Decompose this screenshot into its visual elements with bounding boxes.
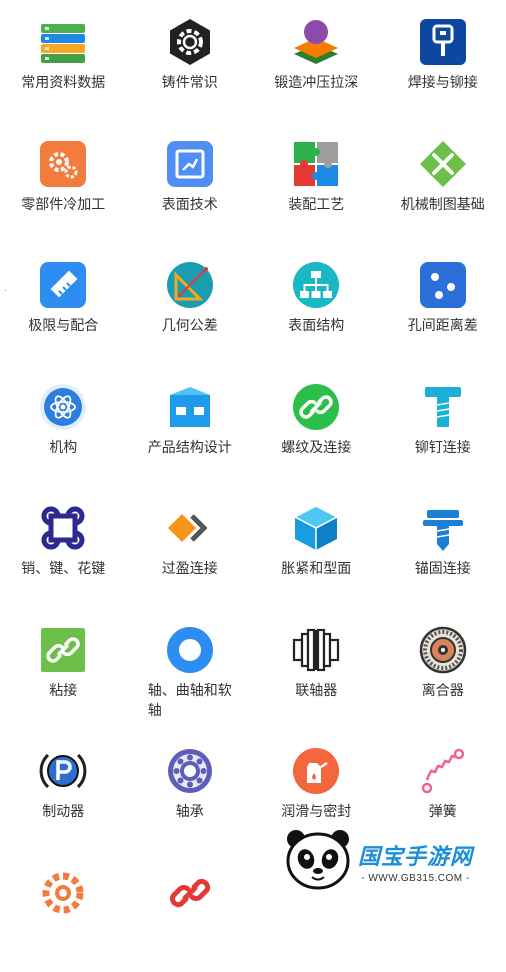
- panda-logo-icon: [282, 823, 354, 900]
- gear-outline-icon: [39, 869, 87, 917]
- category-item-clutch[interactable]: 离合器: [380, 608, 506, 730]
- gears-icon: [39, 140, 87, 188]
- bearing-icon: [166, 747, 214, 795]
- category-item-rivet[interactable]: 铆钉连接: [380, 365, 506, 487]
- category-item-bonding[interactable]: 粘接: [0, 608, 127, 730]
- atom-icon: [39, 383, 87, 431]
- link-circle-icon: [292, 383, 340, 431]
- category-item-bearing[interactable]: 轴承: [127, 729, 254, 851]
- watermark-url: - WWW.GB315.COM -: [361, 873, 470, 884]
- category-label: 机械制图基础: [393, 194, 493, 214]
- cube-icon: [292, 504, 340, 552]
- category-item-interference-fit[interactable]: 过盈连接: [127, 486, 254, 608]
- category-label: 轴、曲轴和软轴: [140, 680, 240, 720]
- category-item-casting[interactable]: 铸件常识: [127, 0, 254, 122]
- category-item-chain[interactable]: [127, 851, 254, 972]
- category-label: 螺纹及连接: [266, 437, 366, 457]
- category-label: 孔间距离差: [393, 315, 493, 335]
- product-box-icon: [166, 383, 214, 431]
- category-item-drawing-basics[interactable]: 机械制图基础: [380, 122, 506, 244]
- ruler-icon: [39, 261, 87, 309]
- category-item-expansion-profile[interactable]: 胀紧和型面: [253, 486, 380, 608]
- category-label: 制动器: [13, 801, 113, 821]
- category-item-coupling[interactable]: 联轴器: [253, 608, 380, 730]
- category-label: 铸件常识: [140, 72, 240, 92]
- category-item-assembly[interactable]: 装配工艺: [253, 122, 380, 244]
- clutch-disc-icon: [419, 626, 467, 674]
- puzzle-icon: [292, 140, 340, 188]
- parking-brake-icon: [39, 747, 87, 795]
- category-item-pin-key-spline[interactable]: 销、键、花键: [0, 486, 127, 608]
- forging-layers-icon: [292, 18, 340, 66]
- category-item-geometric-tolerance[interactable]: 几何公差: [127, 243, 254, 365]
- category-item-forging[interactable]: 锻造冲压拉深: [253, 0, 380, 122]
- category-item-thread-connection[interactable]: 螺纹及连接: [253, 365, 380, 487]
- oil-can-icon: [292, 747, 340, 795]
- category-item-gear[interactable]: [0, 851, 127, 972]
- tools-cross-icon: [419, 140, 467, 188]
- category-item-mechanism[interactable]: 机构: [0, 365, 127, 487]
- category-label: 销、键、花键: [13, 558, 113, 578]
- watermark-title: 国宝手游网: [358, 839, 473, 871]
- category-label: 表面技术: [140, 194, 240, 214]
- dice-dots-icon: [419, 261, 467, 309]
- watermark: 国宝手游网 - WWW.GB315.COM -: [282, 822, 506, 900]
- database-layers-icon: [39, 18, 87, 66]
- category-label: 表面结构: [266, 315, 366, 335]
- stray-dot: [5, 290, 6, 291]
- category-item-hole-distance[interactable]: 孔间距离差: [380, 243, 506, 365]
- category-label: 锻造冲压拉深: [266, 72, 366, 92]
- gear-hexagon-icon: [166, 18, 214, 66]
- category-label: 常用资料数据: [13, 72, 113, 92]
- category-label: 锚固连接: [393, 558, 493, 578]
- watermark-text: 国宝手游网 - WWW.GB315.COM -: [358, 839, 473, 884]
- category-label: 装配工艺: [266, 194, 366, 214]
- category-label: 铆钉连接: [393, 437, 493, 457]
- interference-fit-icon: [166, 504, 214, 552]
- coupling-icon: [292, 626, 340, 674]
- category-label: 零部件冷加工: [13, 194, 113, 214]
- category-item-common-data[interactable]: 常用资料数据: [0, 0, 127, 122]
- spring-icon: [419, 747, 467, 795]
- category-item-welding[interactable]: 焊接与铆接: [380, 0, 506, 122]
- category-item-surface-structure[interactable]: 表面结构: [253, 243, 380, 365]
- category-item-limits-fits[interactable]: 极限与配合: [0, 243, 127, 365]
- category-label: 联轴器: [266, 680, 366, 700]
- category-item-brake[interactable]: 制动器: [0, 729, 127, 851]
- chain-link-icon: [166, 869, 214, 917]
- category-label: 几何公差: [140, 315, 240, 335]
- category-label: 产品结构设计: [140, 437, 240, 457]
- hierarchy-icon: [292, 261, 340, 309]
- anchor-bolt-icon: [419, 504, 467, 552]
- category-item-surface-tech[interactable]: 表面技术: [127, 122, 254, 244]
- category-label: 粘接: [13, 680, 113, 700]
- surface-chart-icon: [166, 140, 214, 188]
- category-item-shaft[interactable]: 轴、曲轴和软轴: [127, 608, 254, 730]
- category-label: 焊接与铆接: [393, 72, 493, 92]
- ring-icon: [166, 626, 214, 674]
- link-square-icon: [39, 626, 87, 674]
- category-label: 弹簧: [393, 801, 493, 821]
- category-label: 轴承: [140, 801, 240, 821]
- category-item-cold-processing[interactable]: 零部件冷加工: [0, 122, 127, 244]
- welding-plug-icon: [419, 18, 467, 66]
- category-item-product-design[interactable]: 产品结构设计: [127, 365, 254, 487]
- category-label: 机构: [13, 437, 113, 457]
- command-key-icon: [39, 504, 87, 552]
- category-label: 润滑与密封: [266, 801, 366, 821]
- category-item-anchor[interactable]: 锚固连接: [380, 486, 506, 608]
- category-label: 离合器: [393, 680, 493, 700]
- category-label: 过盈连接: [140, 558, 240, 578]
- triangle-ruler-icon: [166, 261, 214, 309]
- rivet-icon: [419, 383, 467, 431]
- category-label: 极限与配合: [13, 315, 113, 335]
- category-label: 胀紧和型面: [266, 558, 366, 578]
